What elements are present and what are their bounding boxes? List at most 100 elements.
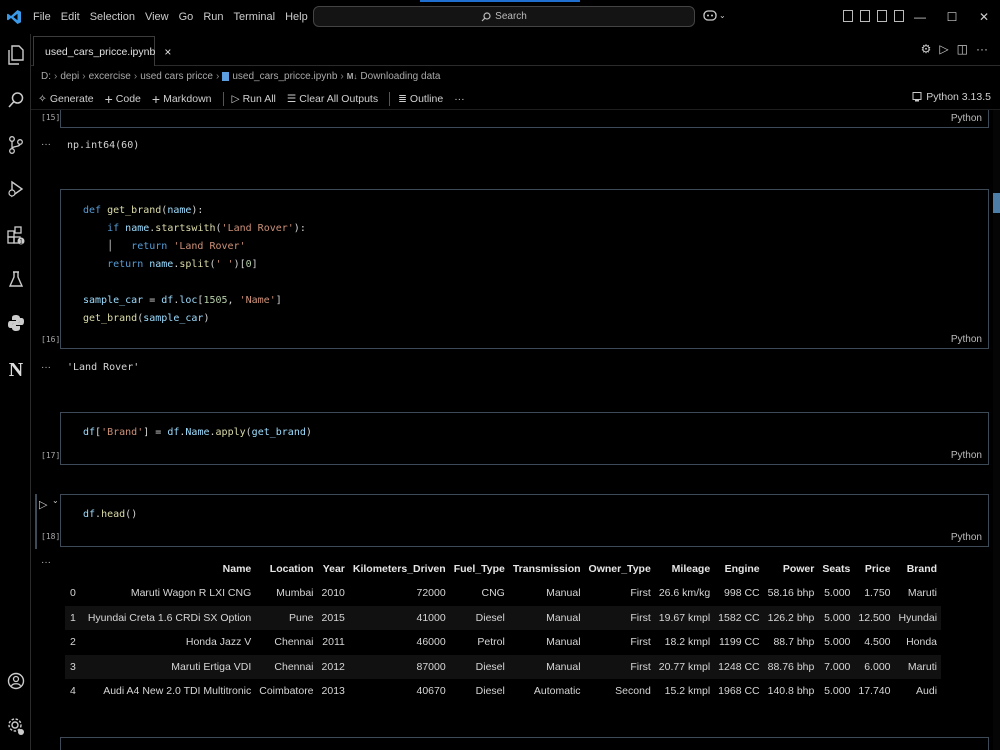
menu-edit[interactable]: Edit — [56, 11, 85, 23]
table-cell: Hyundai — [894, 605, 942, 630]
maximize-icon[interactable]: ☐ — [936, 0, 968, 34]
code-cell-next[interactable] — [60, 737, 989, 750]
table-cell: Honda Jazz V — [185, 636, 252, 649]
outline-button[interactable]: ≣ Outline — [398, 93, 443, 105]
table-cell: First — [584, 654, 655, 679]
table-cell: Maruti Wagon R LXI CNG — [130, 587, 252, 600]
command-search-box[interactable]: Search — [313, 6, 695, 27]
search-accent-bar — [420, 0, 580, 2]
menu-terminal[interactable]: Terminal — [229, 11, 281, 23]
table-row: 2 Honda Jazz V Chennai 2011 46000 Petrol Manua… — [65, 630, 941, 655]
layout-customize-icon[interactable] — [843, 10, 853, 22]
table-cell: 88.7 bhp — [773, 636, 815, 649]
run-all-icon: ▷ — [231, 92, 240, 105]
add-markdown-cell-button[interactable]: + Markdown — [152, 91, 212, 107]
run-debug-icon[interactable] — [0, 174, 31, 204]
tab-used-cars-notebook[interactable]: used_cars_pricce.ipynb × — [33, 36, 171, 66]
source-control-icon[interactable] — [0, 130, 31, 160]
code-cell-18[interactable]: df.head() Python — [60, 494, 989, 547]
table-cell: Honda — [906, 636, 938, 649]
column-header: Seats — [822, 563, 851, 575]
split-editor-icon[interactable]: ◫ — [957, 42, 968, 56]
notebook-settings-icon[interactable]: ⚙ — [921, 42, 932, 56]
vscode-logo-icon — [0, 0, 28, 34]
table-cell: 2015 — [317, 605, 349, 630]
code-cell-15[interactable]: Python — [60, 110, 989, 128]
scrollbar-thumb[interactable] — [993, 193, 1000, 213]
table-cell: 15.2 kmpl — [664, 685, 711, 698]
minimize-icon[interactable]: — — [904, 0, 936, 34]
kernel-picker[interactable]: Python 3.13.5 — [912, 91, 991, 103]
outline-icon: ≣ — [398, 92, 407, 105]
menu-file[interactable]: File — [28, 11, 56, 23]
code-cell-16[interactable]: def get_brand(name): if name.startswith(… — [60, 189, 989, 349]
breadcrumb-section[interactable]: Downloading data — [360, 71, 440, 82]
column-header: Transmission — [512, 563, 581, 575]
toggle-secondary-sidebar-icon[interactable] — [894, 10, 904, 22]
breadcrumb-excercise[interactable]: excercise — [89, 71, 131, 82]
notion-n-icon[interactable]: N — [0, 354, 31, 384]
table-row: 4 Audi A4 New 2.0 TDI Multitronic Coimbato… — [65, 679, 941, 704]
table-cell: 5.000 — [824, 685, 851, 698]
execution-count: [18] — [41, 532, 61, 541]
menu-help[interactable]: Help — [280, 11, 313, 23]
row-index: 1 — [65, 605, 84, 630]
python-icon[interactable] — [0, 308, 31, 338]
cell-language[interactable]: Python — [951, 532, 982, 543]
cell-language[interactable]: Python — [951, 113, 982, 124]
testing-flask-icon[interactable] — [0, 264, 31, 294]
table-cell: Diesel — [449, 654, 509, 679]
chevron-down-icon[interactable]: ⌄ — [52, 496, 59, 505]
toggle-sidebar-icon[interactable] — [860, 10, 870, 22]
output-more-icon[interactable]: ··· — [41, 139, 51, 150]
copilot-button[interactable]: ⌄ — [703, 9, 726, 21]
clear-all-outputs-button[interactable]: ☰ Clear All Outputs — [287, 93, 378, 105]
table-row: 3 Maruti Ertiga VDI Chennai 2012 87000 Diesel… — [65, 654, 942, 679]
table-cell: Diesel — [449, 605, 509, 630]
breadcrumb-file[interactable]: used_cars_pricce.ipynb — [232, 71, 337, 82]
close-window-icon[interactable]: ✕ — [968, 0, 1000, 34]
table-cell: 12.500 — [854, 605, 895, 630]
activity-bar: 1 N — [0, 34, 31, 750]
table-cell: Maruti Ertiga VDI — [83, 654, 256, 679]
extensions-icon[interactable]: 1 — [0, 220, 31, 250]
toggle-panel-icon[interactable] — [877, 10, 887, 22]
breadcrumb-folder[interactable]: used cars pricce — [140, 71, 213, 82]
output-more-icon[interactable]: ··· — [41, 362, 51, 373]
table-cell: 1582 CC — [714, 605, 764, 630]
menu-run[interactable]: Run — [198, 11, 228, 23]
tab-close-icon[interactable]: × — [164, 45, 171, 59]
generate-button[interactable]: ✧ Generate — [38, 93, 94, 105]
table-cell: Second — [615, 685, 651, 698]
more-actions-icon[interactable]: ··· — [976, 42, 988, 56]
column-header: Name — [222, 563, 252, 575]
title-bar: File Edit Selection View Go Run Terminal… — [0, 0, 1000, 34]
cell-language[interactable]: Python — [951, 450, 982, 461]
toolbar-divider — [389, 91, 391, 106]
cell-focus-indicator — [35, 494, 37, 549]
column-header: Mileage — [671, 563, 711, 575]
run-all-button[interactable]: ▷ Run All — [232, 93, 276, 105]
table-cell: Diesel — [475, 685, 505, 698]
toolbar-more-button[interactable]: ··· — [454, 93, 465, 105]
account-icon[interactable] — [0, 666, 31, 696]
run-icon[interactable]: ▷ — [939, 42, 948, 56]
menu-view[interactable]: View — [140, 11, 174, 23]
settings-gear-icon[interactable] — [0, 711, 31, 741]
search-label: Search — [495, 11, 527, 22]
add-code-cell-button[interactable]: + Code — [105, 91, 141, 107]
breadcrumb-depi[interactable]: depi — [60, 71, 79, 82]
table-cell: 5.000 — [818, 605, 855, 630]
menu-selection[interactable]: Selection — [85, 11, 140, 23]
table-cell: Chennai — [255, 654, 318, 679]
run-cell-icon[interactable]: ▷ — [39, 498, 47, 511]
notebook-editor: Python [15] ··· np.int64(60) def get_bra… — [31, 110, 993, 750]
code-cell-17[interactable]: df['Brand'] = df.Name.apply(get_brand) P… — [60, 412, 989, 465]
menu-go[interactable]: Go — [174, 11, 199, 23]
search-sidebar-icon[interactable] — [0, 85, 31, 115]
cell-language[interactable]: Python — [951, 334, 982, 345]
output-more-icon[interactable]: ··· — [41, 557, 51, 568]
breadcrumb-drive[interactable]: D: — [41, 71, 51, 82]
explorer-icon[interactable] — [0, 40, 31, 70]
table-cell: 40670 — [416, 685, 446, 698]
